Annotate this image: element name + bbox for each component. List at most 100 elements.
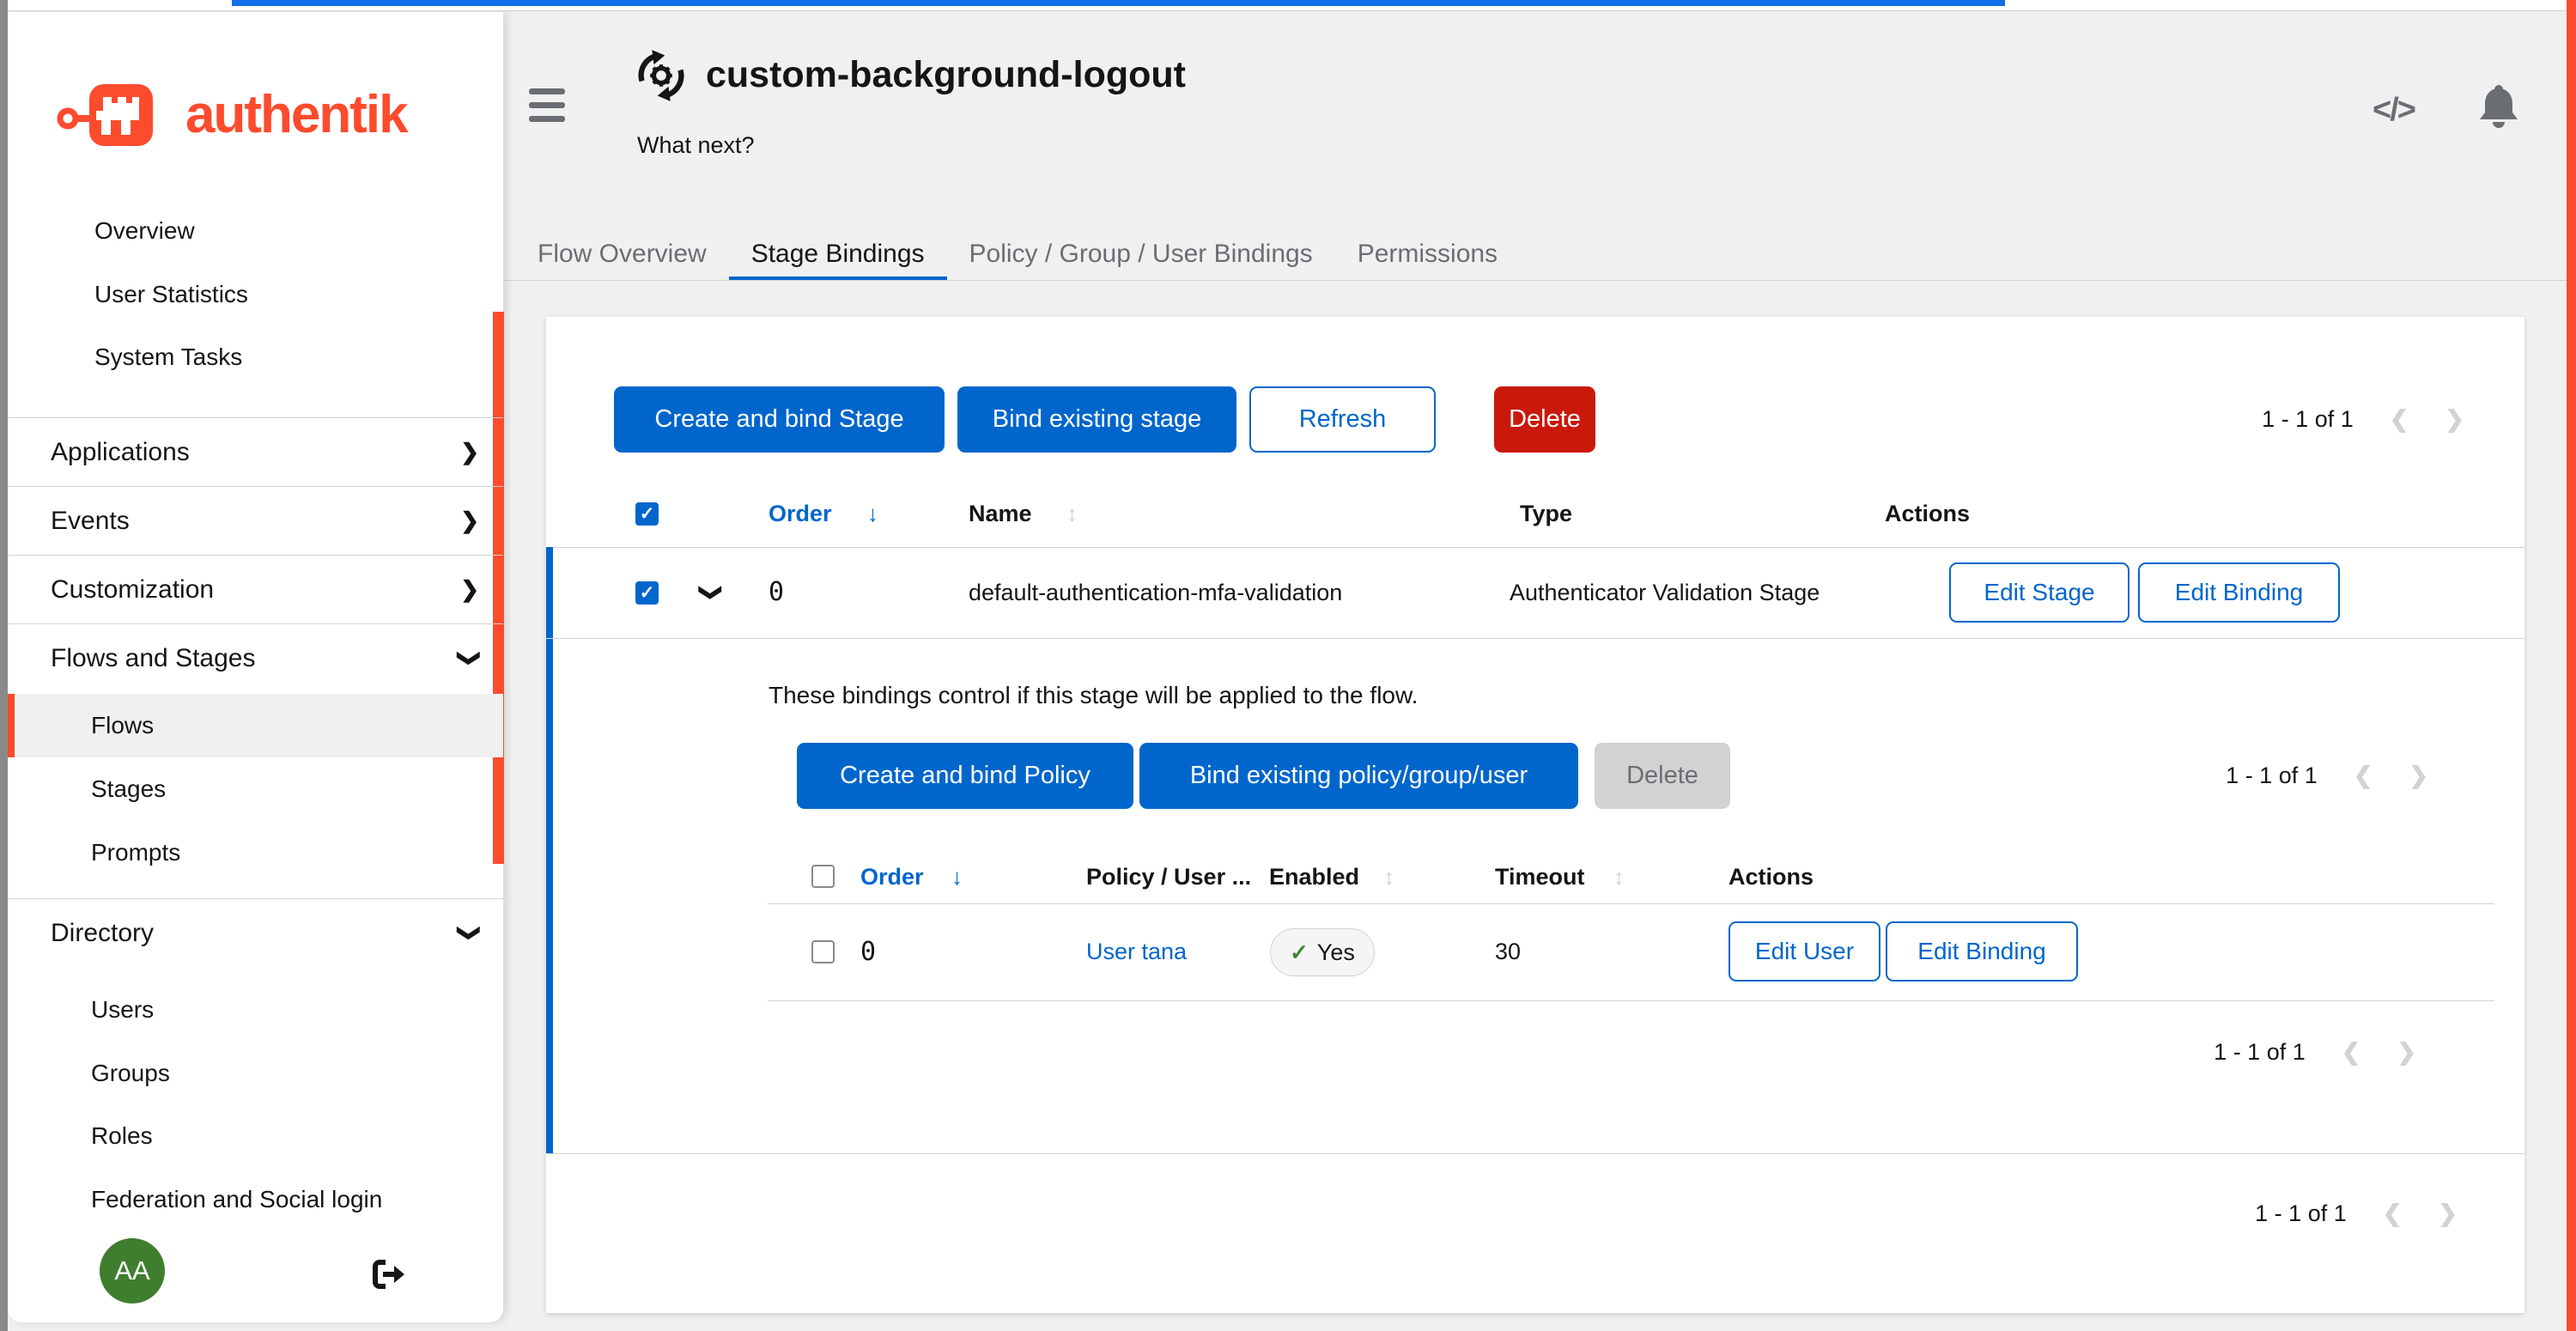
sidebar-item-prompts[interactable]: Prompts xyxy=(8,821,503,884)
tab-permissions[interactable]: Permissions xyxy=(1335,232,1520,281)
select-all-checkbox[interactable]: ✓ xyxy=(635,502,659,526)
pagination-bottom: 1 - 1 of 1 ❮ ❯ xyxy=(2255,1182,2458,1244)
sort-desc-icon[interactable]: ↓ xyxy=(867,481,878,547)
row-timeout: 30 xyxy=(1495,903,1521,1000)
notifications-bell-icon[interactable] xyxy=(2478,84,2519,137)
pagination-inner-bottom: 1 - 1 of 1 ❮ ❯ xyxy=(2214,1021,2416,1083)
window-left-edge xyxy=(0,0,8,1331)
edit-binding-button[interactable]: Edit Binding xyxy=(1886,921,2078,982)
sidebar-section-events[interactable]: Events ❯ xyxy=(8,486,503,555)
edit-user-button[interactable]: Edit User xyxy=(1728,921,1880,982)
edit-binding-button[interactable]: Edit Binding xyxy=(2138,562,2340,623)
column-timeout[interactable]: Timeout xyxy=(1495,850,1585,903)
column-type: Type xyxy=(1520,481,1572,547)
api-code-icon[interactable]: </> xyxy=(2372,92,2415,129)
tab-stage-bindings[interactable]: Stage Bindings xyxy=(729,232,947,281)
row-type: Authenticator Validation Stage xyxy=(1510,547,1820,638)
page-subtitle: What next? xyxy=(637,131,755,159)
sidebar-item-system-tasks[interactable]: System Tasks xyxy=(8,331,503,383)
row-order: 0 xyxy=(769,547,784,638)
sidebar-item-user-statistics[interactable]: User Statistics xyxy=(8,269,503,320)
create-and-bind-policy-button[interactable]: Create and bind Policy xyxy=(797,743,1133,809)
pagination-label: 1 - 1 of 1 xyxy=(2255,1200,2347,1227)
authentik-logo[interactable]: authentik xyxy=(57,76,460,154)
sort-icon[interactable]: ↕ xyxy=(1066,481,1078,547)
browser-top-strip xyxy=(0,0,2576,11)
column-order[interactable]: Order xyxy=(860,850,924,903)
chevron-right-icon: ❯ xyxy=(460,487,479,555)
pagination-next-icon[interactable]: ❯ xyxy=(2409,763,2428,789)
logout-icon[interactable] xyxy=(372,1259,406,1294)
select-all-checkbox[interactable] xyxy=(811,865,835,888)
create-and-bind-stage-button[interactable]: Create and bind Stage xyxy=(614,386,945,453)
refresh-button[interactable]: Refresh xyxy=(1249,386,1436,453)
binding-table-row[interactable]: 0 User tana ✓ Yes 30 Edit User Edit Bind… xyxy=(768,903,2494,1000)
sidebar-item-stages[interactable]: Stages xyxy=(8,757,503,821)
column-actions: Actions xyxy=(1728,850,1814,903)
chevron-right-icon: ❯ xyxy=(460,418,479,486)
sidebar-section-directory[interactable]: Directory ❯ xyxy=(8,898,503,967)
policy-user-link[interactable]: User tana xyxy=(1086,903,1187,1000)
logo-wordmark: authentik xyxy=(185,76,407,154)
pagination-next-icon[interactable]: ❯ xyxy=(2397,1039,2416,1066)
process-stage-icon xyxy=(634,48,689,107)
pagination-next-icon[interactable]: ❯ xyxy=(2438,1200,2458,1227)
chevron-down-icon: ❯ xyxy=(436,649,504,668)
pagination-next-icon[interactable]: ❯ xyxy=(2445,406,2464,433)
authentik-admin-page: authentik Overview User Statistics Syste… xyxy=(0,0,2576,1331)
pagination-label: 1 - 1 of 1 xyxy=(2262,406,2354,433)
sidebar-item-flows[interactable]: Flows xyxy=(8,694,503,757)
tab-bar: Flow Overview Stage Bindings Policy / Gr… xyxy=(515,232,1520,281)
tab-policy-group-user-bindings[interactable]: Policy / Group / User Bindings xyxy=(947,232,1335,281)
pagination-prev-icon[interactable]: ❮ xyxy=(2383,1200,2403,1227)
sort-icon[interactable]: ↕ xyxy=(1613,850,1625,903)
authentik-logo-icon xyxy=(57,80,181,150)
sidebar-item-overview[interactable]: Overview xyxy=(8,205,503,257)
column-name[interactable]: Name xyxy=(969,481,1032,547)
sidebar-item-users[interactable]: Users xyxy=(8,978,503,1042)
row-checkbox[interactable]: ✓ xyxy=(635,581,659,605)
pagination-prev-icon[interactable]: ❮ xyxy=(2342,1039,2361,1066)
bindings-description: These bindings control if this stage wil… xyxy=(769,682,1418,709)
pagination-prev-icon[interactable]: ❮ xyxy=(2354,763,2373,789)
sort-desc-icon[interactable]: ↓ xyxy=(951,850,963,903)
bind-existing-policy-button[interactable]: Bind existing policy/group/user xyxy=(1139,743,1578,809)
enabled-badge: ✓ Yes xyxy=(1270,928,1375,976)
hamburger-menu-icon[interactable] xyxy=(529,88,565,128)
sort-icon[interactable]: ↕ xyxy=(1383,850,1394,903)
page-scrollbar[interactable] xyxy=(2567,0,2576,1331)
sidebar-item-federation-social-login[interactable]: Federation and Social login xyxy=(8,1168,503,1231)
pagination-label: 1 - 1 of 1 xyxy=(2226,763,2318,789)
delete-button[interactable]: Delete xyxy=(1494,386,1595,453)
row-checkbox[interactable] xyxy=(811,940,835,963)
pagination-prev-icon[interactable]: ❮ xyxy=(2390,406,2409,433)
chevron-right-icon: ❯ xyxy=(460,556,479,623)
main-area: custom-background-logout What next? </> … xyxy=(503,12,2576,1331)
column-enabled[interactable]: Enabled xyxy=(1269,850,1359,903)
binding-table-header: Order ↓ Policy / User ... Enabled ↕ Time… xyxy=(768,850,2494,903)
sidebar-section-customization[interactable]: Customization ❯ xyxy=(8,555,503,623)
row-collapse-icon[interactable]: ❯ xyxy=(666,583,757,602)
sidebar-item-roles[interactable]: Roles xyxy=(8,1104,503,1168)
avatar[interactable]: AA xyxy=(100,1238,165,1304)
column-order[interactable]: Order xyxy=(769,481,832,547)
sidebar-section-flows-and-stages[interactable]: Flows and Stages ❯ xyxy=(8,623,503,692)
tab-flow-overview[interactable]: Flow Overview xyxy=(515,232,729,281)
edit-stage-button[interactable]: Edit Stage xyxy=(1949,562,2129,623)
pagination-top: 1 - 1 of 1 ❮ ❯ xyxy=(2262,386,2464,453)
delete-binding-button: Delete xyxy=(1595,743,1730,809)
check-icon: ✓ xyxy=(1290,904,1309,1001)
stage-table-header: ✓ Order ↓ Name ↕ Type Actions xyxy=(546,481,2524,547)
chevron-down-icon: ❯ xyxy=(436,924,504,943)
sidebar-item-groups[interactable]: Groups xyxy=(8,1042,503,1105)
pagination-label: 1 - 1 of 1 xyxy=(2214,1039,2306,1066)
row-name: default-authentication-mfa-validation xyxy=(969,547,1342,638)
bind-existing-stage-button[interactable]: Bind existing stage xyxy=(957,386,1236,453)
column-actions: Actions xyxy=(1885,481,1970,547)
row-order: 0 xyxy=(860,903,876,1000)
stage-table-row[interactable]: ✓ ❯ 0 default-authentication-mfa-validat… xyxy=(546,547,2524,638)
pagination-inner-top: 1 - 1 of 1 ❮ ❯ xyxy=(2226,743,2428,809)
page-title: custom-background-logout xyxy=(706,50,1186,100)
sidebar-section-applications[interactable]: Applications ❯ xyxy=(8,417,503,486)
header-icons: </> xyxy=(2372,84,2519,137)
